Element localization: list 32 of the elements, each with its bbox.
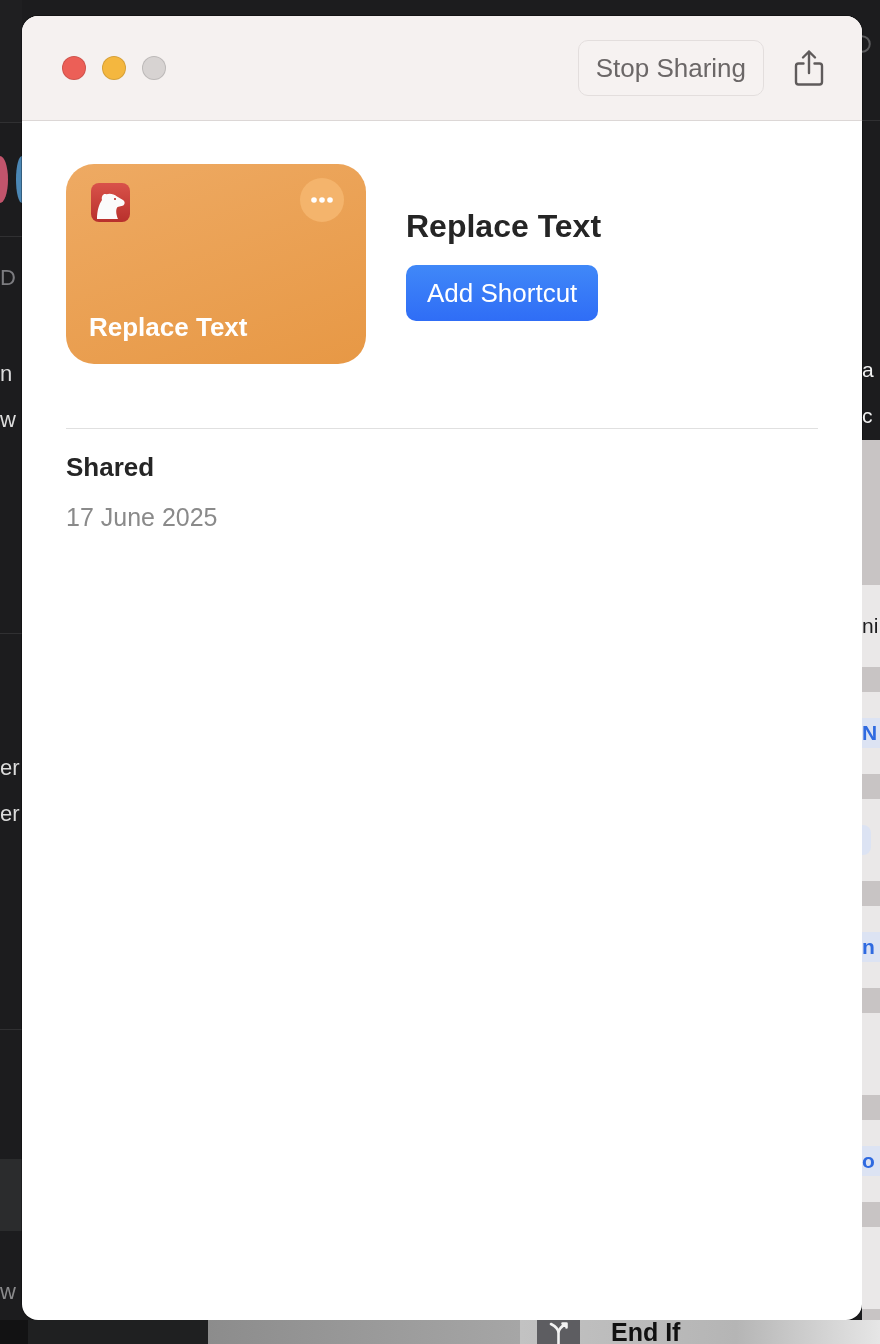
sidebar-text: er xyxy=(0,754,20,782)
shortcut-card[interactable]: Replace Text xyxy=(66,164,366,364)
shortcut-title: Replace Text xyxy=(406,207,602,245)
ellipsis-icon xyxy=(311,197,333,203)
close-button[interactable] xyxy=(62,56,86,80)
action-title: End If xyxy=(611,1320,681,1344)
detail-label: Shared xyxy=(66,451,155,483)
token-label[interactable]: N xyxy=(862,718,880,748)
panel-text: a xyxy=(862,357,874,383)
sidebar-heading: D xyxy=(0,264,16,292)
sidebar-text: w xyxy=(0,406,16,434)
avatar-icon xyxy=(0,156,8,203)
bear-head-icon xyxy=(91,183,130,222)
share-icon[interactable] xyxy=(793,49,825,87)
detail-value: 17 June 2025 xyxy=(66,502,218,533)
sidebar-item[interactable]: w xyxy=(0,1277,16,1307)
fork-icon xyxy=(537,1320,580,1344)
avatar-icon xyxy=(16,156,22,203)
sidebar-text: er xyxy=(0,800,20,828)
token-label[interactable]: n xyxy=(862,932,880,962)
token-label[interactable]: o xyxy=(862,1146,880,1176)
ring-icon xyxy=(862,35,871,53)
panel-text: c xyxy=(862,403,873,429)
sidebar-text: n xyxy=(0,360,13,388)
token-field[interactable] xyxy=(862,825,871,855)
action-label: ni xyxy=(862,613,879,639)
stop-sharing-button[interactable]: Stop Sharing xyxy=(577,40,764,96)
sidebar-item[interactable] xyxy=(0,1159,22,1231)
minimize-button[interactable] xyxy=(102,56,126,80)
more-button[interactable] xyxy=(300,178,344,222)
card-title: Replace Text xyxy=(89,312,248,342)
add-shortcut-button[interactable]: Add Shortcut xyxy=(406,265,599,321)
